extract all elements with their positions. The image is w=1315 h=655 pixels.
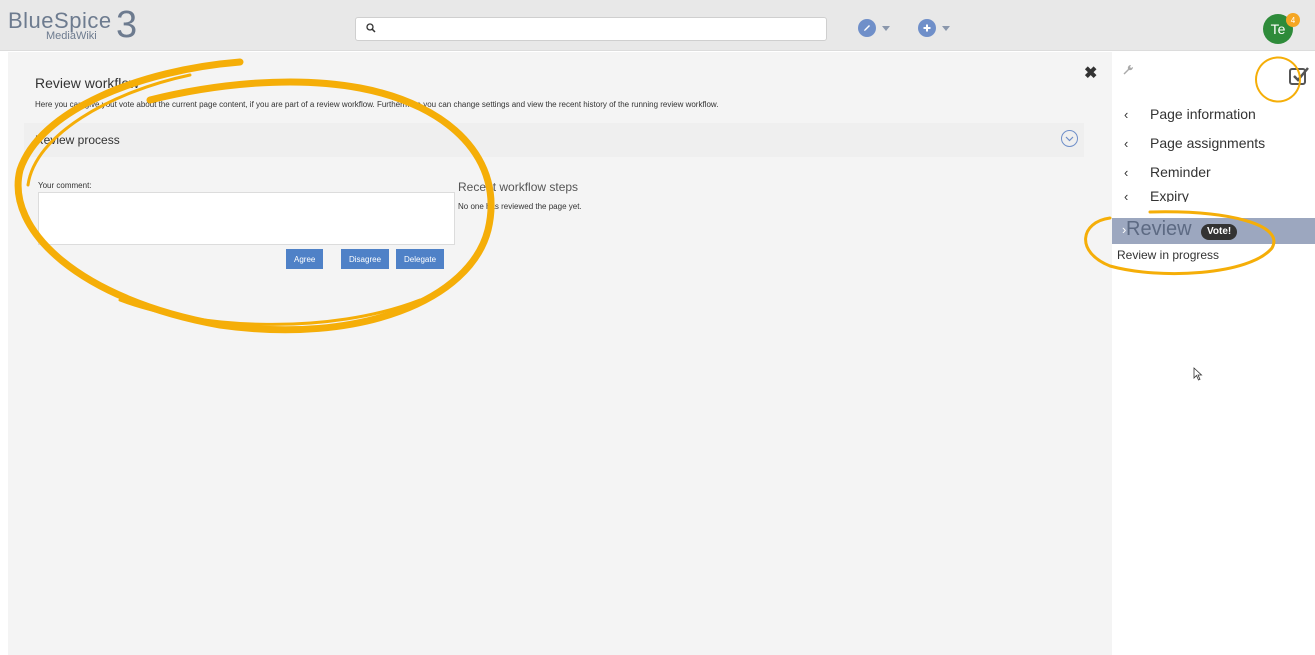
agree-button[interactable]: Agree — [286, 249, 324, 269]
plus-icon — [918, 19, 936, 37]
sidebar-item-label: Expiry — [1150, 190, 1189, 202]
edit-menu-button[interactable] — [858, 19, 890, 37]
review-label: Review — [1126, 218, 1192, 240]
search-icon — [366, 23, 376, 33]
sidebar-item-expiry[interactable]: ‹ Expiry — [1124, 190, 1189, 202]
notification-badge[interactable]: 4 — [1286, 13, 1300, 27]
mouse-cursor-icon — [1193, 367, 1203, 381]
sidebar-item-reminder[interactable]: ‹ Reminder — [1124, 164, 1211, 180]
pencil-icon — [858, 19, 876, 37]
wrench-icon[interactable] — [1122, 64, 1134, 76]
recent-steps-empty: No one has reviewed the page yet. — [458, 202, 582, 211]
review-process-section[interactable]: Review process — [24, 123, 1084, 157]
recent-steps-title: Recent workflow steps — [458, 180, 579, 194]
chevron-left-icon: ‹ — [1124, 135, 1129, 151]
right-sidebar: ‹ Page information ‹ Page assignments ‹ … — [1112, 52, 1315, 655]
create-menu-button[interactable] — [918, 19, 950, 37]
comment-input[interactable] — [38, 192, 455, 245]
expand-toggle-icon[interactable] — [1061, 130, 1078, 147]
panel-description: Here you can give yout vote about the cu… — [35, 100, 719, 109]
checkbox-icon[interactable] — [1288, 65, 1310, 87]
chevron-down-icon — [942, 25, 950, 31]
chevron-left-icon: ‹ — [1124, 190, 1129, 202]
chevron-left-icon: ‹ — [1124, 106, 1129, 122]
disagree-button[interactable]: Disagree — [341, 249, 390, 269]
vote-badge: Vote! — [1201, 224, 1238, 240]
chevron-down-icon — [882, 25, 890, 31]
chevron-left-icon: ‹ — [1124, 164, 1129, 180]
review-workflow-panel: ✖ Review workflow Here you can give yout… — [8, 52, 1112, 655]
sidebar-item-label: Page information — [1150, 106, 1256, 122]
sidebar-item-label: Page assignments — [1150, 135, 1266, 151]
logo-subtext: MediaWiki — [46, 30, 97, 42]
close-icon[interactable]: ✖ — [1084, 63, 1097, 83]
delegate-button[interactable]: Delegate — [396, 249, 445, 269]
sidebar-item-page-information[interactable]: ‹ Page information — [1124, 106, 1256, 122]
sidebar-item-page-assignments[interactable]: ‹ Page assignments — [1124, 135, 1265, 151]
search-input[interactable] — [384, 20, 818, 38]
logo-number: 3 — [116, 4, 138, 46]
sidebar-item-review[interactable]: › Review Vote! — [1112, 218, 1315, 244]
section-label: Review process — [35, 133, 120, 147]
review-status: Review in progress — [1117, 248, 1220, 262]
search-box[interactable] — [355, 17, 827, 41]
comment-label: Your comment: — [38, 181, 92, 190]
panel-title: Review workflow — [35, 75, 140, 91]
top-bar: BlueSpice MediaWiki 3 Te 4 — [0, 0, 1315, 51]
sidebar-item-label: Reminder — [1150, 164, 1211, 180]
bluespice-logo[interactable]: BlueSpice MediaWiki 3 — [8, 4, 148, 46]
